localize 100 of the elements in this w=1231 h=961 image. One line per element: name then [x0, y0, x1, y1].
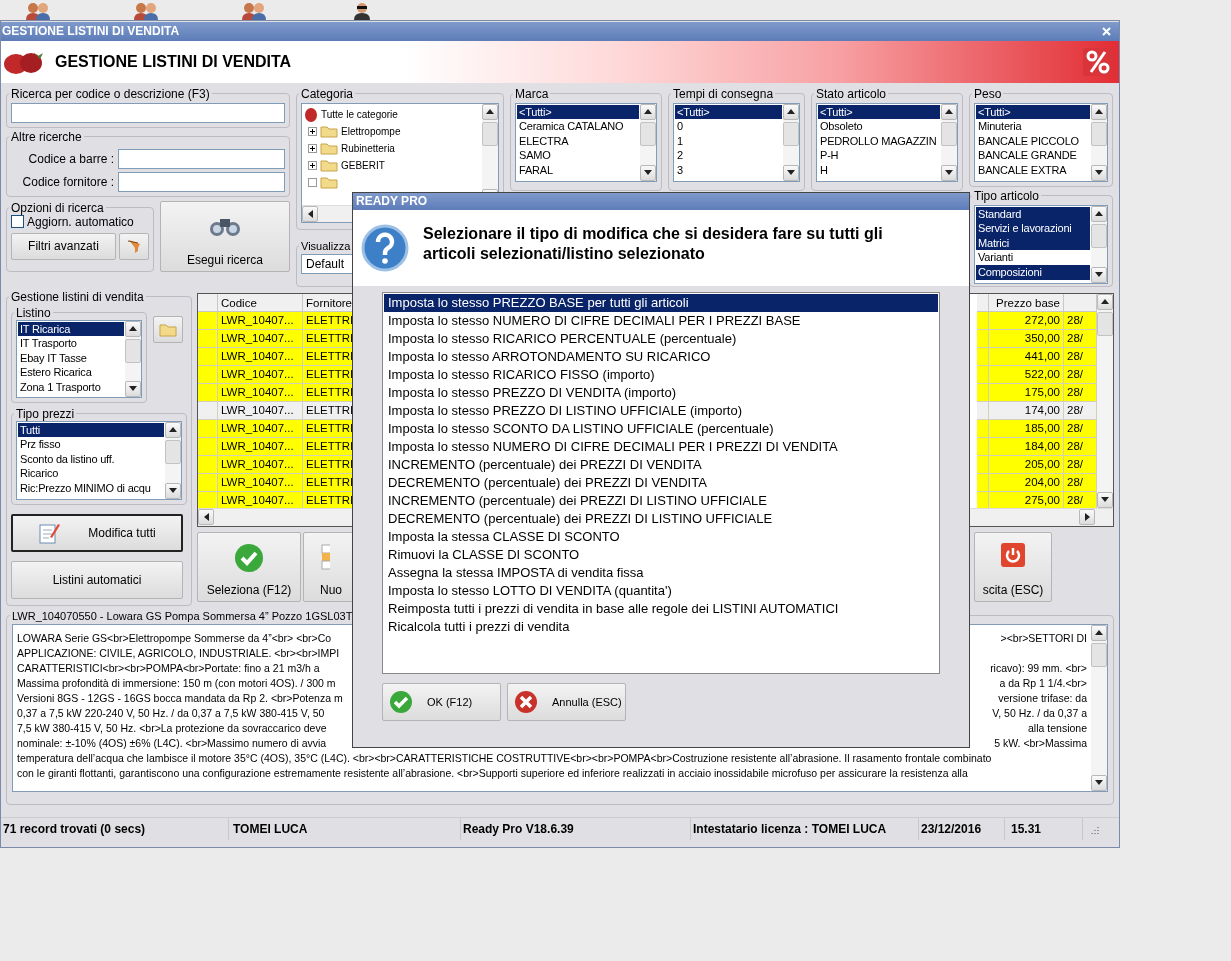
list-item[interactable]: INCREMENTO (percentuale) dei PREZZI DI VENDITA [384, 456, 938, 474]
scroll-left-icon[interactable] [307, 209, 313, 218]
scrollbar[interactable] [1097, 293, 1113, 508]
list-item[interactable]: Ric:Prezzo MINIMO di acqu [18, 480, 164, 496]
scrollbar[interactable] [125, 320, 141, 397]
list-item[interactable]: Imposta lo stesso NUMERO DI CIFRE DECIMALI PER I PREZZI BASE [384, 312, 938, 330]
scroll-up-icon[interactable] [644, 109, 652, 115]
expand-icon[interactable] [308, 160, 317, 170]
scroll-up-icon[interactable] [486, 109, 494, 115]
tree-item[interactable]: Tutte le categorie [321, 108, 398, 120]
list-item[interactable]: Imposta lo stesso SCONTO DA LISTINO UFFICIALE (percentuale) [384, 420, 938, 438]
scroll-down-icon[interactable] [129, 386, 137, 392]
list-item[interactable]: Rimuovi la CLASSE DI SCONTO [384, 546, 938, 564]
list-item[interactable]: Imposta lo stesso ARROTONDAMENTO SU RICARICO [384, 348, 938, 366]
scroll-down-icon[interactable] [1095, 272, 1103, 278]
list-item[interactable]: Imposta lo stesso RICARICO FISSO (importo) [384, 366, 938, 384]
tree-item[interactable]: Rubinetteria [341, 142, 395, 154]
scrollbar-thumb[interactable] [125, 338, 141, 363]
column-header[interactable] [977, 293, 989, 312]
list-item[interactable]: Prz fisso [18, 437, 164, 452]
list-item[interactable]: INCREMENTO (percentuale) dei PREZZI DI LISTINO UFFICIALE [384, 492, 938, 510]
scrollbar[interactable] [640, 103, 656, 181]
tree-item[interactable]: GEBERIT [341, 159, 385, 171]
list-item[interactable]: BANCALE PICCOLO [976, 133, 1090, 149]
list-item[interactable]: Minuteria [976, 119, 1090, 134]
scroll-up-icon[interactable] [1101, 299, 1109, 305]
scrollbar[interactable] [1091, 103, 1107, 181]
scroll-down-icon[interactable] [169, 488, 177, 494]
scroll-up-icon[interactable] [945, 109, 953, 115]
list-item[interactable]: 0 [675, 119, 782, 134]
scroll-down-icon[interactable] [1101, 497, 1109, 503]
list-item[interactable]: P-H [818, 148, 940, 163]
list-item[interactable]: 2 [675, 148, 782, 163]
scroll-right-icon[interactable] [1084, 513, 1090, 522]
scroll-down-icon[interactable] [945, 170, 953, 176]
list-item[interactable]: Tutti [18, 422, 164, 438]
advanced-filters-button[interactable]: Filtri avanzati [11, 232, 116, 260]
scroll-up-icon[interactable] [1095, 630, 1103, 636]
scroll-up-icon[interactable] [1095, 109, 1103, 115]
scrollbar-thumb[interactable] [941, 121, 957, 146]
resize-grip-icon[interactable] [1089, 824, 1099, 835]
list-item[interactable]: Imposta lo stesso PREZZO DI LISTINO UFFICIALE (importo) [384, 402, 938, 420]
exit-button[interactable]: scita (ESC) [974, 531, 1052, 602]
list-item[interactable]: Composizioni [976, 264, 1090, 280]
run-search-button[interactable]: Esegui ricerca [159, 200, 290, 272]
list-item[interactable]: H [818, 162, 940, 178]
cancel-button[interactable]: Annulla (ESC) [507, 683, 626, 721]
list-item[interactable]: Ricalcola tutti i prezzi di vendita [384, 618, 938, 636]
list-item[interactable]: Ricarico [18, 466, 164, 481]
list-item[interactable]: Imposta lo stesso RICARICO PERCENTUALE (percentuale) [384, 330, 938, 348]
scrollbar-thumb[interactable] [783, 121, 799, 146]
list-item[interactable]: Imposta la stessa CLASSE DI SCONTO [384, 528, 938, 546]
list-item[interactable]: BANCALE EXTRA [976, 162, 1090, 178]
list-item[interactable]: Zona 1 Trasporto [18, 379, 124, 395]
list-item[interactable]: Ebay IT Tasse [18, 350, 124, 366]
list-item[interactable]: BANCALE GRANDE [976, 148, 1090, 163]
list-item[interactable]: <Tutti> [976, 104, 1090, 120]
scrollbar[interactable] [783, 103, 799, 181]
column-header[interactable]: Prezzo base [989, 293, 1064, 312]
scroll-down-icon[interactable] [1095, 170, 1103, 176]
scrollbar[interactable] [1091, 205, 1107, 283]
list-item[interactable]: <Tutti> [818, 104, 940, 120]
ok-button[interactable]: OK (F12) [382, 683, 501, 721]
list-item[interactable]: Standard [976, 206, 1090, 222]
list-item[interactable]: Reimposta tutti i prezzi di vendita in base alle regole dei LISTINI AUTOMATICI [384, 600, 938, 618]
scrollbar[interactable] [165, 421, 181, 499]
list-item[interactable]: ELECTRA [517, 133, 639, 149]
scrollbar-thumb[interactable] [1091, 121, 1107, 146]
list-item[interactable]: Obsoleto [818, 119, 940, 134]
scroll-down-icon[interactable] [644, 170, 652, 176]
column-header[interactable] [1064, 293, 1097, 312]
list-item[interactable]: SAMO [517, 148, 639, 163]
scrollbar[interactable] [1091, 624, 1107, 791]
users-icon[interactable] [241, 2, 267, 20]
list-item[interactable]: FARAL [517, 162, 639, 178]
list-item[interactable]: PEDROLLO MAGAZZIN [818, 133, 940, 149]
list-item[interactable]: Servizi e lavorazioni [976, 221, 1090, 236]
column-header[interactable]: Codice [218, 293, 303, 312]
input-field[interactable] [118, 148, 285, 169]
scrollbar-thumb[interactable] [1097, 311, 1113, 336]
list-item[interactable]: Estero Ricarica [18, 365, 124, 380]
list-item[interactable]: <Tutti> [517, 104, 639, 120]
checkbox[interactable] [11, 215, 24, 229]
list-item[interactable]: DECREMENTO (percentuale) dei PREZZI DI VENDITA [384, 474, 938, 492]
scroll-down-icon[interactable] [1095, 780, 1103, 786]
scroll-up-icon[interactable] [169, 427, 177, 433]
list-item[interactable]: Assegna la stessa IMPOSTA di vendita fissa [384, 564, 938, 582]
scroll-up-icon[interactable] [1095, 211, 1103, 217]
users-icon[interactable] [25, 2, 51, 20]
list-item[interactable]: Sconto da listino uff. [18, 451, 164, 467]
list-item[interactable]: <Tutti> [675, 104, 782, 120]
scrollbar-thumb[interactable] [640, 121, 656, 146]
list-item[interactable]: DECREMENTO (percentuale) dei PREZZI DI LISTINO UFFICIALE [384, 510, 938, 528]
list-item[interactable]: 3 [675, 162, 782, 178]
scroll-left-icon[interactable] [203, 513, 209, 522]
list-item[interactable]: Imposta lo stesso PREZZO BASE per tutti gli articoli [384, 294, 938, 312]
scroll-up-icon[interactable] [129, 326, 137, 332]
scroll-up-icon[interactable] [787, 109, 795, 115]
list-item[interactable]: 1 [675, 133, 782, 149]
tree-item[interactable]: Elettropompe [341, 125, 401, 137]
